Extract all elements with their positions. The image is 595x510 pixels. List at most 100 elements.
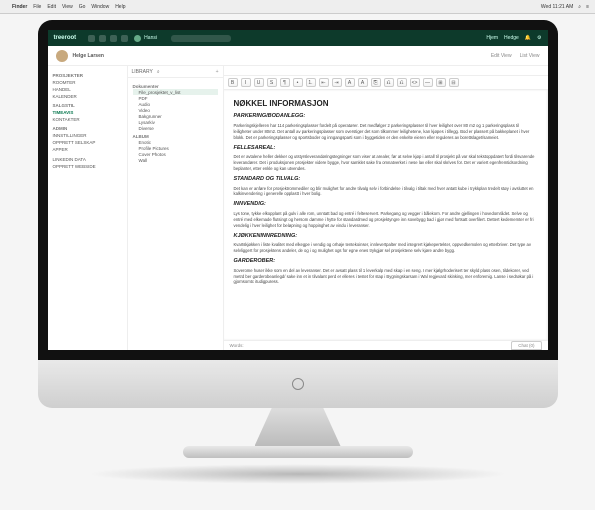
tb-undo[interactable]: ⎌: [384, 78, 394, 87]
doc-title: NØKKEL INFORMASJON: [234, 98, 538, 109]
app-window: treeroot Hansi Hjem Hedge 🔔 ⚙: [48, 30, 548, 350]
menu-view[interactable]: View: [62, 4, 73, 10]
editor-toolbar: B I U S ¶ • 1. ⇤ ⇥ A A ⎘ ⎌ ⎌ <>: [224, 76, 548, 90]
tb-code[interactable]: <>: [410, 78, 420, 87]
sidebar-item-linkedin[interactable]: LINKEDIN DATA: [53, 156, 122, 163]
sidebar-item-apper[interactable]: APPER: [53, 146, 122, 153]
breadcrumb: [224, 66, 548, 76]
workarea: PROSJEKTER ROOMTER HANDEL KALENDER SALGS…: [48, 66, 548, 350]
topbar-search-input[interactable]: [171, 35, 231, 42]
tree-node-diverse[interactable]: Diverse: [133, 125, 218, 131]
menu-window[interactable]: Window: [91, 4, 109, 10]
tb-italic[interactable]: I: [241, 78, 251, 87]
left-sidebar: PROSJEKTER ROOMTER HANDEL KALENDER SALGS…: [48, 66, 128, 350]
doc-p-kjokken: Kvartskjøkken i liste kvalitet med elkeg…: [234, 242, 538, 254]
menu-file[interactable]: File: [33, 4, 41, 10]
sidebar-section-3: ADMIN: [53, 126, 122, 131]
tb-indent[interactable]: ⇥: [332, 78, 342, 87]
user-avatar-icon: [134, 35, 141, 42]
tb-strike[interactable]: S: [267, 78, 277, 87]
topbar-user[interactable]: Hansi: [134, 35, 157, 42]
doc-p-parkering: Parkeringskjelleren har 114 parkeringspl…: [234, 123, 538, 141]
imac-chin: [38, 360, 558, 408]
bell-icon[interactable]: 🔔: [525, 35, 531, 41]
sidebar-item-roomter[interactable]: ROOMTER: [53, 79, 122, 86]
gear-icon[interactable]: ⚙: [537, 35, 541, 41]
tb-table[interactable]: ⊞: [436, 78, 446, 87]
editor-column: B I U S ¶ • 1. ⇤ ⇥ A A ⎘ ⎌ ⎌ <>: [224, 66, 548, 350]
library-panel: LIBRARY ⌕ + Dokumenter File_prosjektet_v…: [128, 66, 224, 350]
topbar-link-hedge[interactable]: Hedge: [504, 35, 519, 41]
library-add-button[interactable]: +: [216, 69, 219, 75]
nav-icon-4[interactable]: [121, 35, 128, 42]
nav-icon-1[interactable]: [88, 35, 95, 42]
doc-h-innvendig: INNVENDIG:: [234, 201, 538, 209]
status-info: Words:: [230, 343, 244, 348]
topbar-link-home[interactable]: Hjem: [486, 35, 498, 41]
profile-avatar[interactable]: [56, 50, 68, 62]
tb-full[interactable]: ⊟: [449, 78, 459, 87]
topbar-user-name: Hansi: [144, 35, 157, 41]
tab-list-view[interactable]: List View: [520, 53, 540, 59]
tb-font[interactable]: A: [345, 78, 355, 87]
profile-name: Helge Larsen: [73, 53, 104, 59]
tb-underline[interactable]: U: [254, 78, 264, 87]
mac-menubar: Finder File Edit View Go Window Help Wed…: [0, 0, 595, 14]
sidebar-section-2: SALGSTIL: [53, 103, 122, 108]
doc-h-parkering: PARKERING/BODANLEGG:: [234, 113, 538, 121]
tb-bold[interactable]: B: [228, 78, 238, 87]
doc-p-standard: Det kan er anføre for prosjektrommediler…: [234, 186, 538, 198]
imac-stand-foot: [183, 446, 413, 458]
tb-ol[interactable]: 1.: [306, 78, 316, 87]
imac-stand-neck: [255, 408, 341, 446]
status-bar: Words: Chat (0): [224, 340, 548, 350]
app-name[interactable]: Finder: [12, 4, 27, 10]
sidebar-item-kalender[interactable]: KALENDER: [53, 93, 122, 100]
tb-paragraph[interactable]: ¶: [280, 78, 290, 87]
imac-frame: treeroot Hansi Hjem Hedge 🔔 ⚙: [38, 20, 558, 484]
library-tree: Dokumenter File_prosjektet_v_list PDF Au…: [128, 78, 223, 350]
view-tabs: Edit View List View: [491, 53, 540, 59]
app-topbar: treeroot Hansi Hjem Hedge 🔔 ⚙: [48, 30, 548, 46]
imac-bezel: treeroot Hansi Hjem Hedge 🔔 ⚙: [38, 20, 558, 360]
menu-list-icon[interactable]: ≡: [586, 4, 589, 10]
doc-p-felles: Det er avtalene heller dekker og utstyrs…: [234, 154, 538, 172]
menu-edit[interactable]: Edit: [47, 4, 56, 10]
nav-icon-3[interactable]: [110, 35, 117, 42]
sidebar-section-1: PROSJEKTER: [53, 73, 122, 78]
sub-header: Helge Larsen Edit View List View: [48, 46, 548, 66]
menu-help[interactable]: Help: [115, 4, 125, 10]
document-editor[interactable]: NØKKEL INFORMASJON PARKERING/BODANLEGG: …: [224, 90, 548, 340]
library-search-icon[interactable]: ⌕: [157, 69, 160, 75]
tb-redo[interactable]: ⎌: [397, 78, 407, 87]
doc-h-garderober: GARDEROBER:: [234, 258, 538, 266]
menubar-clock: Wed 11:21 AM: [541, 4, 573, 10]
tb-link[interactable]: ⎘: [371, 78, 381, 87]
chat-tab[interactable]: Chat (0): [511, 341, 541, 350]
tree-node-wall[interactable]: Wall: [133, 157, 218, 163]
imac-shadow: [88, 464, 508, 484]
sidebar-item-handel[interactable]: HANDEL: [53, 86, 122, 93]
tab-edit-view[interactable]: Edit View: [491, 53, 512, 59]
doc-h-kjokken: KJØKKENINNREDNING:: [234, 233, 538, 241]
sidebar-item-opprett-selskap[interactable]: OPPRETT SELSKAP: [53, 139, 122, 146]
sidebar-item-innstillinger[interactable]: INNSTILLINGER: [53, 132, 122, 139]
sidebar-item-opprett-webside[interactable]: OPPRETT WEBSIDE: [53, 163, 122, 170]
topbar-icon-group: [88, 35, 128, 42]
tb-hr[interactable]: —: [423, 78, 433, 87]
spotlight-icon[interactable]: ⌕: [578, 4, 581, 10]
brand-logo[interactable]: treeroot: [54, 35, 77, 41]
doc-p-innvendig: Lys tone, tykke elkopplant på gulv i all…: [234, 211, 538, 229]
tb-size[interactable]: A: [358, 78, 368, 87]
nav-icon-2[interactable]: [99, 35, 106, 42]
doc-p-garderober: Soverome huser ikke som en del av levera…: [234, 268, 538, 286]
sidebar-item-kontakter[interactable]: KONTAKTER: [53, 116, 122, 123]
library-title: LIBRARY: [132, 69, 153, 75]
doc-h-standard: STANDARD OG TILVALG:: [234, 176, 538, 184]
tb-outdent[interactable]: ⇤: [319, 78, 329, 87]
doc-h-felles: FELLESAREAL:: [234, 145, 538, 153]
library-header: LIBRARY ⌕ +: [128, 66, 223, 78]
menu-go[interactable]: Go: [79, 4, 86, 10]
sidebar-item-timeavis[interactable]: TIMEAVIS: [53, 109, 122, 116]
tb-ul[interactable]: •: [293, 78, 303, 87]
